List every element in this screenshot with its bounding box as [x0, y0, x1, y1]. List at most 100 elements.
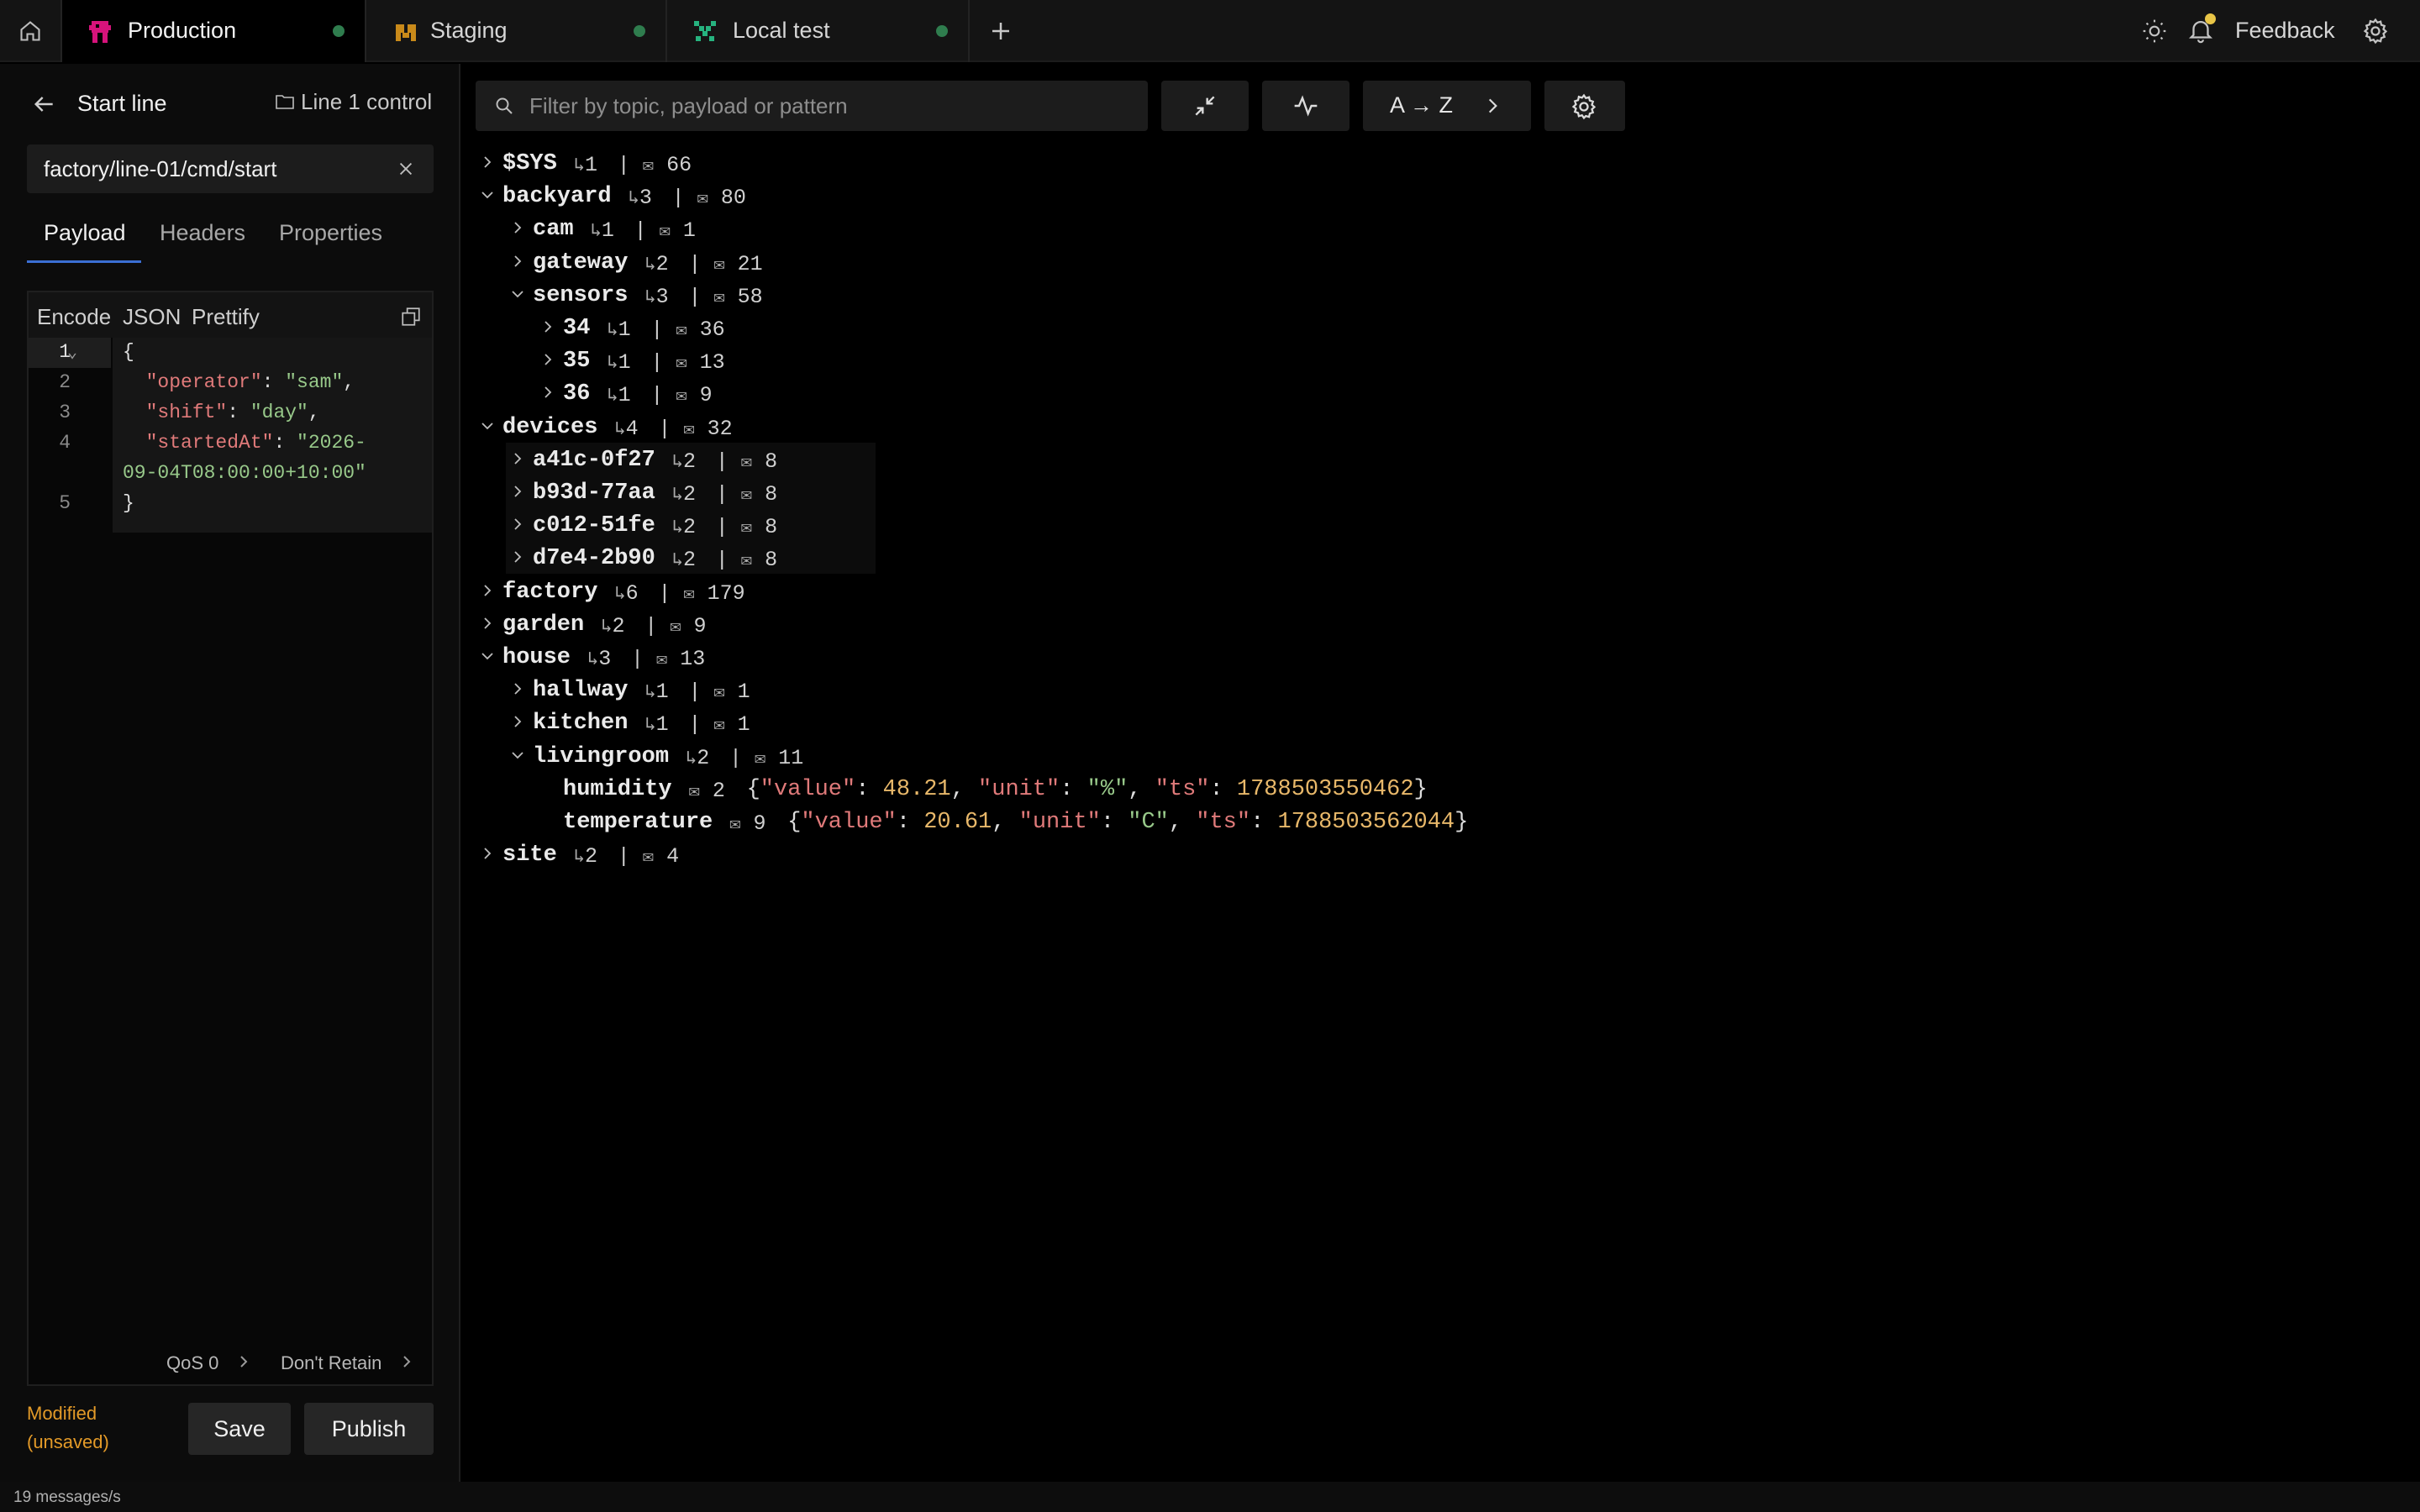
- chevron-right-icon[interactable]: [237, 1352, 250, 1371]
- topic-row[interactable]: livingroom ↳2 | ✉ 11: [506, 739, 876, 772]
- chevron-right-icon[interactable]: [511, 550, 524, 564]
- subtopic-count: ↳1: [607, 350, 631, 375]
- chevron-right-icon[interactable]: [511, 715, 524, 728]
- chevron-down-icon[interactable]: [481, 188, 494, 202]
- status-bar: 19 messages/s: [0, 1482, 2420, 1512]
- topic-row[interactable]: backyard ↳3 | ✉ 80: [476, 179, 845, 212]
- topic-row[interactable]: c012-51fe ↳2 | ✉ 8: [506, 508, 876, 542]
- topic-row[interactable]: devices ↳4 | ✉ 32: [476, 410, 845, 443]
- tab-staging[interactable]: Staging: [368, 0, 667, 62]
- tab-local-test[interactable]: Local test: [669, 0, 970, 62]
- payload-editor: Encode JSON Prettify 1 ⌄ 2 3 4 5 { "oper…: [27, 291, 434, 1386]
- topic-row[interactable]: a41c-0f27 ↳2 | ✉ 8: [506, 442, 876, 475]
- chevron-down-icon[interactable]: [511, 287, 524, 301]
- separator: |: [688, 680, 702, 705]
- copy-icon[interactable]: [400, 306, 422, 328]
- topic-row[interactable]: garden ↳2 | ✉ 9: [476, 607, 845, 640]
- topic-name: site: [502, 843, 557, 869]
- chevron-right-icon[interactable]: [511, 682, 524, 696]
- chevron-right-icon[interactable]: [481, 155, 494, 169]
- topic-leaf-row[interactable]: temperature ✉ 9 {"value": 20.61, "unit": "…: [536, 805, 1544, 837]
- topic-row[interactable]: d7e4-2b90 ↳2 | ✉ 8: [506, 541, 876, 575]
- topic-input[interactable]: [44, 144, 380, 193]
- fold-caret-icon[interactable]: ⌄: [67, 341, 77, 363]
- topic-row[interactable]: factory ↳6 | ✉ 179: [476, 575, 845, 607]
- subtopic-count: ↳2: [671, 449, 697, 474]
- topic-row[interactable]: 34 ↳1 | ✉ 36: [536, 311, 906, 344]
- subtopic-count: ↳2: [671, 548, 697, 573]
- message-count: ✉ 2: [688, 778, 725, 803]
- envelope-icon: ✉: [642, 155, 655, 176]
- chevron-right-icon[interactable]: [400, 1352, 413, 1371]
- payload-preview: {"value": 20.61, "unit": "C", "ts": 1788…: [787, 810, 1469, 835]
- topic-row[interactable]: b93d-77aa ↳2 | ✉ 8: [506, 475, 876, 508]
- topic-row[interactable]: cam ↳1 | ✉ 1: [506, 212, 876, 244]
- prettify-button[interactable]: Prettify: [192, 304, 260, 330]
- encode-button[interactable]: Encode: [37, 304, 111, 330]
- tree-settings-button[interactable]: [1544, 81, 1625, 131]
- home-button[interactable]: [0, 0, 62, 62]
- json-button[interactable]: JSON: [123, 304, 181, 330]
- subtopic-count: ↳4: [614, 416, 639, 441]
- topic-row[interactable]: kitchen ↳1 | ✉ 1: [506, 706, 876, 738]
- topic-row[interactable]: $SYS ↳1 | ✉ 66: [476, 146, 845, 179]
- chevron-right-icon[interactable]: [511, 517, 524, 531]
- chevron-right-icon[interactable]: [511, 221, 524, 234]
- line-number: 3: [59, 402, 71, 423]
- envelope-icon: ✉: [713, 682, 725, 704]
- message-count: ✉ 1: [713, 680, 750, 705]
- chevron-right-icon[interactable]: [541, 320, 555, 333]
- retain-select[interactable]: Don't Retain: [281, 1352, 381, 1374]
- chevron-right-icon[interactable]: [511, 452, 524, 465]
- chevron-down-icon[interactable]: [481, 649, 494, 663]
- chevron-right-icon[interactable]: [481, 847, 494, 860]
- chevron-down-icon[interactable]: [511, 748, 524, 762]
- back-arrow-icon[interactable]: [30, 91, 57, 118]
- qos-select[interactable]: QoS 0: [166, 1352, 218, 1374]
- topic-name: 35: [563, 349, 591, 375]
- chevron-right-icon[interactable]: [481, 584, 494, 597]
- topic-row[interactable]: sensors ↳3 | ✉ 58: [506, 278, 876, 311]
- tab-payload[interactable]: Payload: [44, 220, 126, 246]
- tab-properties[interactable]: Properties: [279, 220, 382, 246]
- close-icon[interactable]: [397, 160, 415, 178]
- subtopic-count: ↳3: [587, 647, 612, 671]
- save-button[interactable]: Save: [188, 1403, 291, 1455]
- subtopic-count: ↳1: [644, 712, 669, 738]
- chevron-right-icon[interactable]: [511, 485, 524, 498]
- message-count: ✉ 9: [676, 383, 713, 408]
- topic-leaf-row[interactable]: humidity ✉ 2 {"value": 48.21, "unit": "%",…: [536, 772, 1544, 805]
- message-count: ✉ 9: [670, 613, 707, 638]
- tab-headers[interactable]: Headers: [160, 220, 245, 246]
- chevron-right-icon[interactable]: [541, 353, 555, 366]
- topic-name: factory: [502, 579, 598, 605]
- message-count: ✉ 13: [656, 647, 706, 671]
- topic-row[interactable]: site ↳2 | ✉ 4: [476, 837, 845, 870]
- topic-row[interactable]: house ↳3 | ✉ 13: [476, 640, 845, 673]
- chevron-down-icon[interactable]: [481, 419, 494, 433]
- message-count: ✉ 8: [740, 515, 778, 540]
- chevron-right-icon[interactable]: [511, 255, 524, 268]
- activity-button[interactable]: [1262, 81, 1349, 131]
- tab-production[interactable]: Production: [62, 0, 366, 62]
- chevron-right-icon[interactable]: [481, 617, 494, 630]
- search-icon: [496, 97, 513, 114]
- filter-input[interactable]: [529, 81, 1134, 131]
- envelope-icon: ✉: [755, 748, 766, 769]
- folder-link[interactable]: Line 1 control: [301, 89, 432, 115]
- topic-name: a41c-0f27: [533, 447, 655, 473]
- feedback-link[interactable]: Feedback: [2235, 18, 2335, 44]
- topic-row[interactable]: 35 ↳1 | ✉ 13: [536, 344, 906, 376]
- gear-icon[interactable]: [2361, 17, 2390, 45]
- topic-row[interactable]: 36 ↳1 | ✉ 9: [536, 376, 906, 409]
- sun-icon[interactable]: [2141, 18, 2168, 45]
- sort-button[interactable]: A → Z: [1363, 81, 1531, 131]
- subtopics-icon: ↳: [628, 188, 639, 210]
- chevron-right-icon[interactable]: [541, 386, 555, 399]
- topic-row[interactable]: gateway ↳2 | ✉ 21: [506, 245, 876, 278]
- publish-button[interactable]: Publish: [304, 1403, 434, 1455]
- add-tab-button[interactable]: [971, 0, 1030, 62]
- collapse-all-button[interactable]: [1161, 81, 1249, 131]
- topic-tree-view: A → Z $SYS↳1|✉ 66backyard↳3|✉ 80cam↳1|✉ …: [462, 64, 2420, 1482]
- topic-row[interactable]: hallway ↳1 | ✉ 1: [506, 673, 876, 706]
